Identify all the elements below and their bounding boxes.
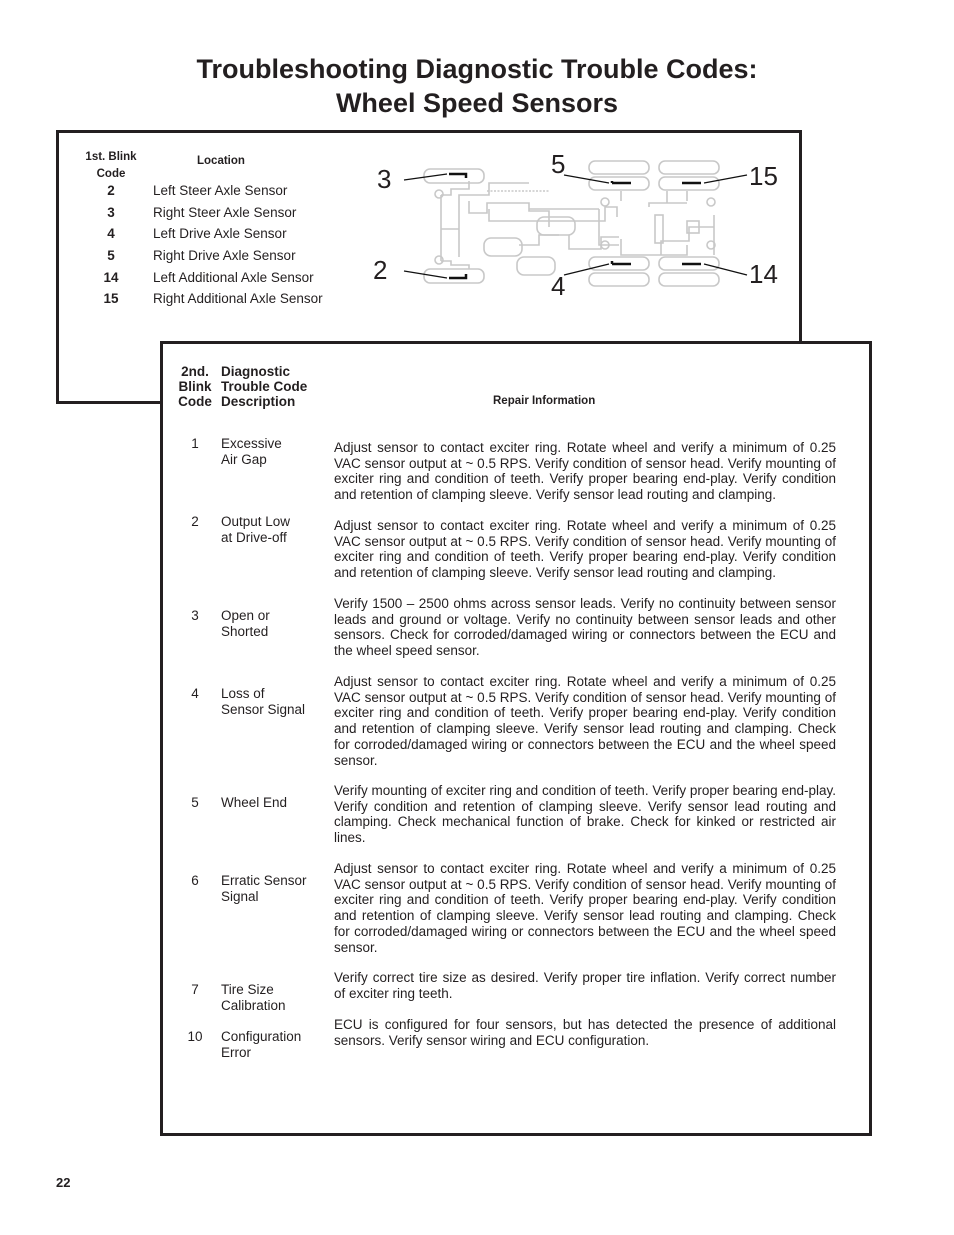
dtc-description: Wheel End — [221, 795, 331, 811]
page-title-line2: Wheel Speed Sensors — [335, 88, 619, 118]
dtc-code: 3 — [191, 608, 199, 623]
first-blink-code-header: 1st. Blink Code — [79, 149, 143, 183]
sensor-location: Right Drive Axle Sensor — [153, 248, 296, 264]
label-3: 3 — [377, 164, 391, 194]
sensor-location: Left Steer Axle Sensor — [153, 183, 288, 199]
dtc-description: Tire Size Calibration — [221, 982, 331, 1013]
desc-line: Configuration — [221, 1029, 302, 1044]
chassis-outline — [423, 160, 720, 287]
repair-info: Adjust sensor to contact exciter ring. R… — [334, 674, 836, 768]
location-row: 3 Right Steer Axle Sensor — [79, 202, 323, 224]
blink-code: 4 — [107, 226, 115, 242]
header-line: 1st. Blink — [85, 151, 137, 163]
location-header: Location — [197, 155, 245, 167]
blink-code: 5 — [107, 248, 115, 264]
second-blink-code-panel: 2nd. Blink Code Diagnostic Trouble Code … — [160, 341, 872, 1136]
truck-sensor-diagram: 3 2 5 4 15 14 — [373, 149, 778, 301]
dtc-description: Erratic Sensor Signal — [221, 873, 331, 904]
air-tank-1 — [483, 237, 523, 257]
desc-line: at Drive-off — [221, 529, 287, 545]
header-line: Description — [221, 394, 296, 409]
desc-line: Error — [221, 1044, 251, 1060]
dtc-code: 10 — [187, 1029, 203, 1044]
desc-line: Erratic Sensor — [221, 873, 307, 888]
blink-code: 14 — [103, 269, 119, 285]
location-row: 4 Left Drive Axle Sensor — [79, 223, 323, 245]
dtc-code: 4 — [191, 686, 199, 701]
dtc-code: 2 — [191, 514, 199, 529]
desc-line: Loss of — [221, 686, 265, 701]
location-row: 2 Left Steer Axle Sensor — [79, 180, 323, 202]
tire-add-right-outer — [658, 160, 720, 175]
repair-info: ECU is configured for four sensors, but … — [334, 1017, 836, 1048]
label-15: 15 — [749, 161, 778, 191]
header-line: Diagnostic — [221, 364, 291, 379]
location-row: 5 Right Drive Axle Sensor — [79, 245, 323, 267]
sensor-3 — [449, 172, 468, 178]
dtc-description-header: Diagnostic Trouble Code Description — [221, 364, 307, 409]
second-blink-code-header: 2nd. Blink Code — [175, 364, 215, 409]
blink-code: 15 — [103, 291, 119, 307]
tire-drive-left-outer — [588, 272, 650, 287]
page-number: 22 — [56, 1175, 71, 1190]
desc-line: Calibration — [221, 997, 286, 1013]
desc-line: Sensor Signal — [221, 701, 306, 717]
header-line: Trouble Code — [221, 379, 308, 394]
header-line: Code — [178, 394, 212, 409]
repair-info: Adjust sensor to contact exciter ring. R… — [334, 440, 836, 503]
label-14: 14 — [749, 259, 778, 289]
dtc-description: Open or Shorted — [221, 608, 331, 639]
repair-information-header: Repair Information — [493, 395, 596, 407]
air-tank-3 — [516, 256, 556, 276]
header-line: Blink — [178, 379, 212, 394]
desc-line: Tire Size — [221, 982, 274, 997]
label-5: 5 — [551, 149, 565, 179]
air-tank-2 — [536, 216, 576, 236]
repair-info: Verify correct tire size as desired. Ver… — [334, 970, 836, 1001]
sensor-location: Left Drive Axle Sensor — [153, 226, 287, 242]
page-title-line1: Troubleshooting Diagnostic Trouble Codes… — [196, 54, 758, 84]
repair-info: Verify mounting of exciter ring and cond… — [334, 783, 836, 846]
repair-info: Adjust sensor to contact exciter ring. R… — [334, 861, 836, 955]
desc-line: Air Gap — [221, 451, 267, 467]
header-line: 2nd. — [181, 364, 209, 379]
desc-line: Output Low — [221, 514, 291, 529]
desc-line: Open or — [221, 608, 270, 623]
sensor-location: Right Additional Axle Sensor — [153, 291, 323, 307]
desc-line: Signal — [221, 888, 259, 904]
label-4: 4 — [551, 271, 565, 301]
dtc-code: 1 — [191, 436, 199, 451]
dtc-description: Excessive Air Gap — [221, 436, 331, 467]
repair-info: Verify 1500 – 2500 ohms across sensor le… — [334, 596, 836, 659]
sensor-location: Right Steer Axle Sensor — [153, 204, 297, 220]
blink-code: 2 — [107, 183, 115, 199]
sensor-2 — [449, 274, 468, 280]
desc-line: Wheel End — [221, 795, 288, 810]
tire-drive-right-outer — [588, 160, 650, 175]
blink-code: 3 — [107, 204, 115, 220]
repair-info: Adjust sensor to contact exciter ring. R… — [334, 518, 836, 581]
location-row: 15 Right Additional Axle Sensor — [79, 288, 323, 310]
dtc-code: 7 — [191, 982, 199, 997]
dtc-description: Output Low at Drive-off — [221, 514, 331, 545]
dtc-code: 5 — [191, 795, 199, 810]
desc-line: Shorted — [221, 623, 269, 639]
desc-line: Excessive — [221, 436, 282, 451]
dtc-description: Configuration Error — [221, 1029, 331, 1060]
location-list: 2 Left Steer Axle Sensor 3 Right Steer A… — [79, 180, 323, 310]
label-2: 2 — [373, 255, 387, 285]
dtc-description: Loss of Sensor Signal — [221, 686, 331, 717]
sensor-location: Left Additional Axle Sensor — [153, 269, 314, 285]
tire-add-left-outer — [658, 272, 720, 287]
location-row: 14 Left Additional Axle Sensor — [79, 266, 323, 288]
page-title: Troubleshooting Diagnostic Trouble Codes… — [0, 52, 954, 120]
valve-block — [654, 214, 664, 244]
dtc-code: 6 — [191, 873, 199, 888]
